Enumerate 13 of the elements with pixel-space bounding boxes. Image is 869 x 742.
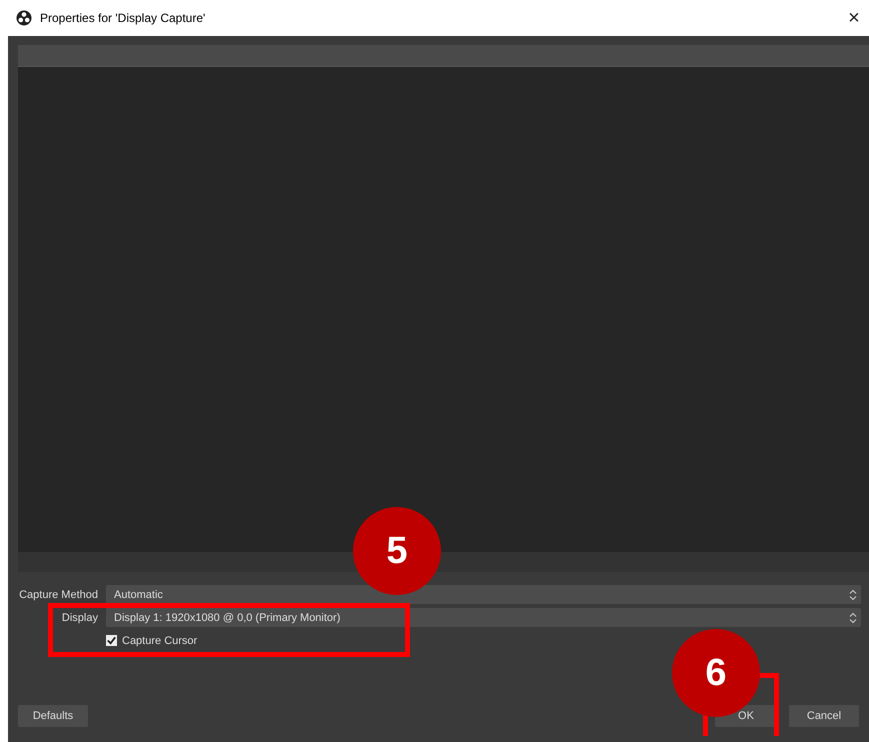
close-button[interactable]: ×: [839, 6, 869, 30]
field-label: Capture Method: [18, 588, 99, 600]
app-logo-icon: [16, 10, 32, 26]
field-label: Display: [60, 612, 99, 624]
cancel-button[interactable]: Cancel: [789, 705, 859, 727]
checkbox[interactable]: [106, 635, 117, 646]
spinner-arrows-icon: [849, 612, 857, 624]
window-title: Properties for 'Display Capture': [40, 11, 206, 25]
dropdown-field[interactable]: Display 1: 1920x1080 @ 0,0 (Primary Monitor): [106, 608, 861, 627]
dropdown-field[interactable]: Automatic: [106, 585, 861, 604]
defaults-button[interactable]: Defaults: [18, 705, 88, 727]
spinner-arrows-icon: [849, 588, 857, 600]
checkbox-label: Capture Cursor: [122, 634, 198, 646]
